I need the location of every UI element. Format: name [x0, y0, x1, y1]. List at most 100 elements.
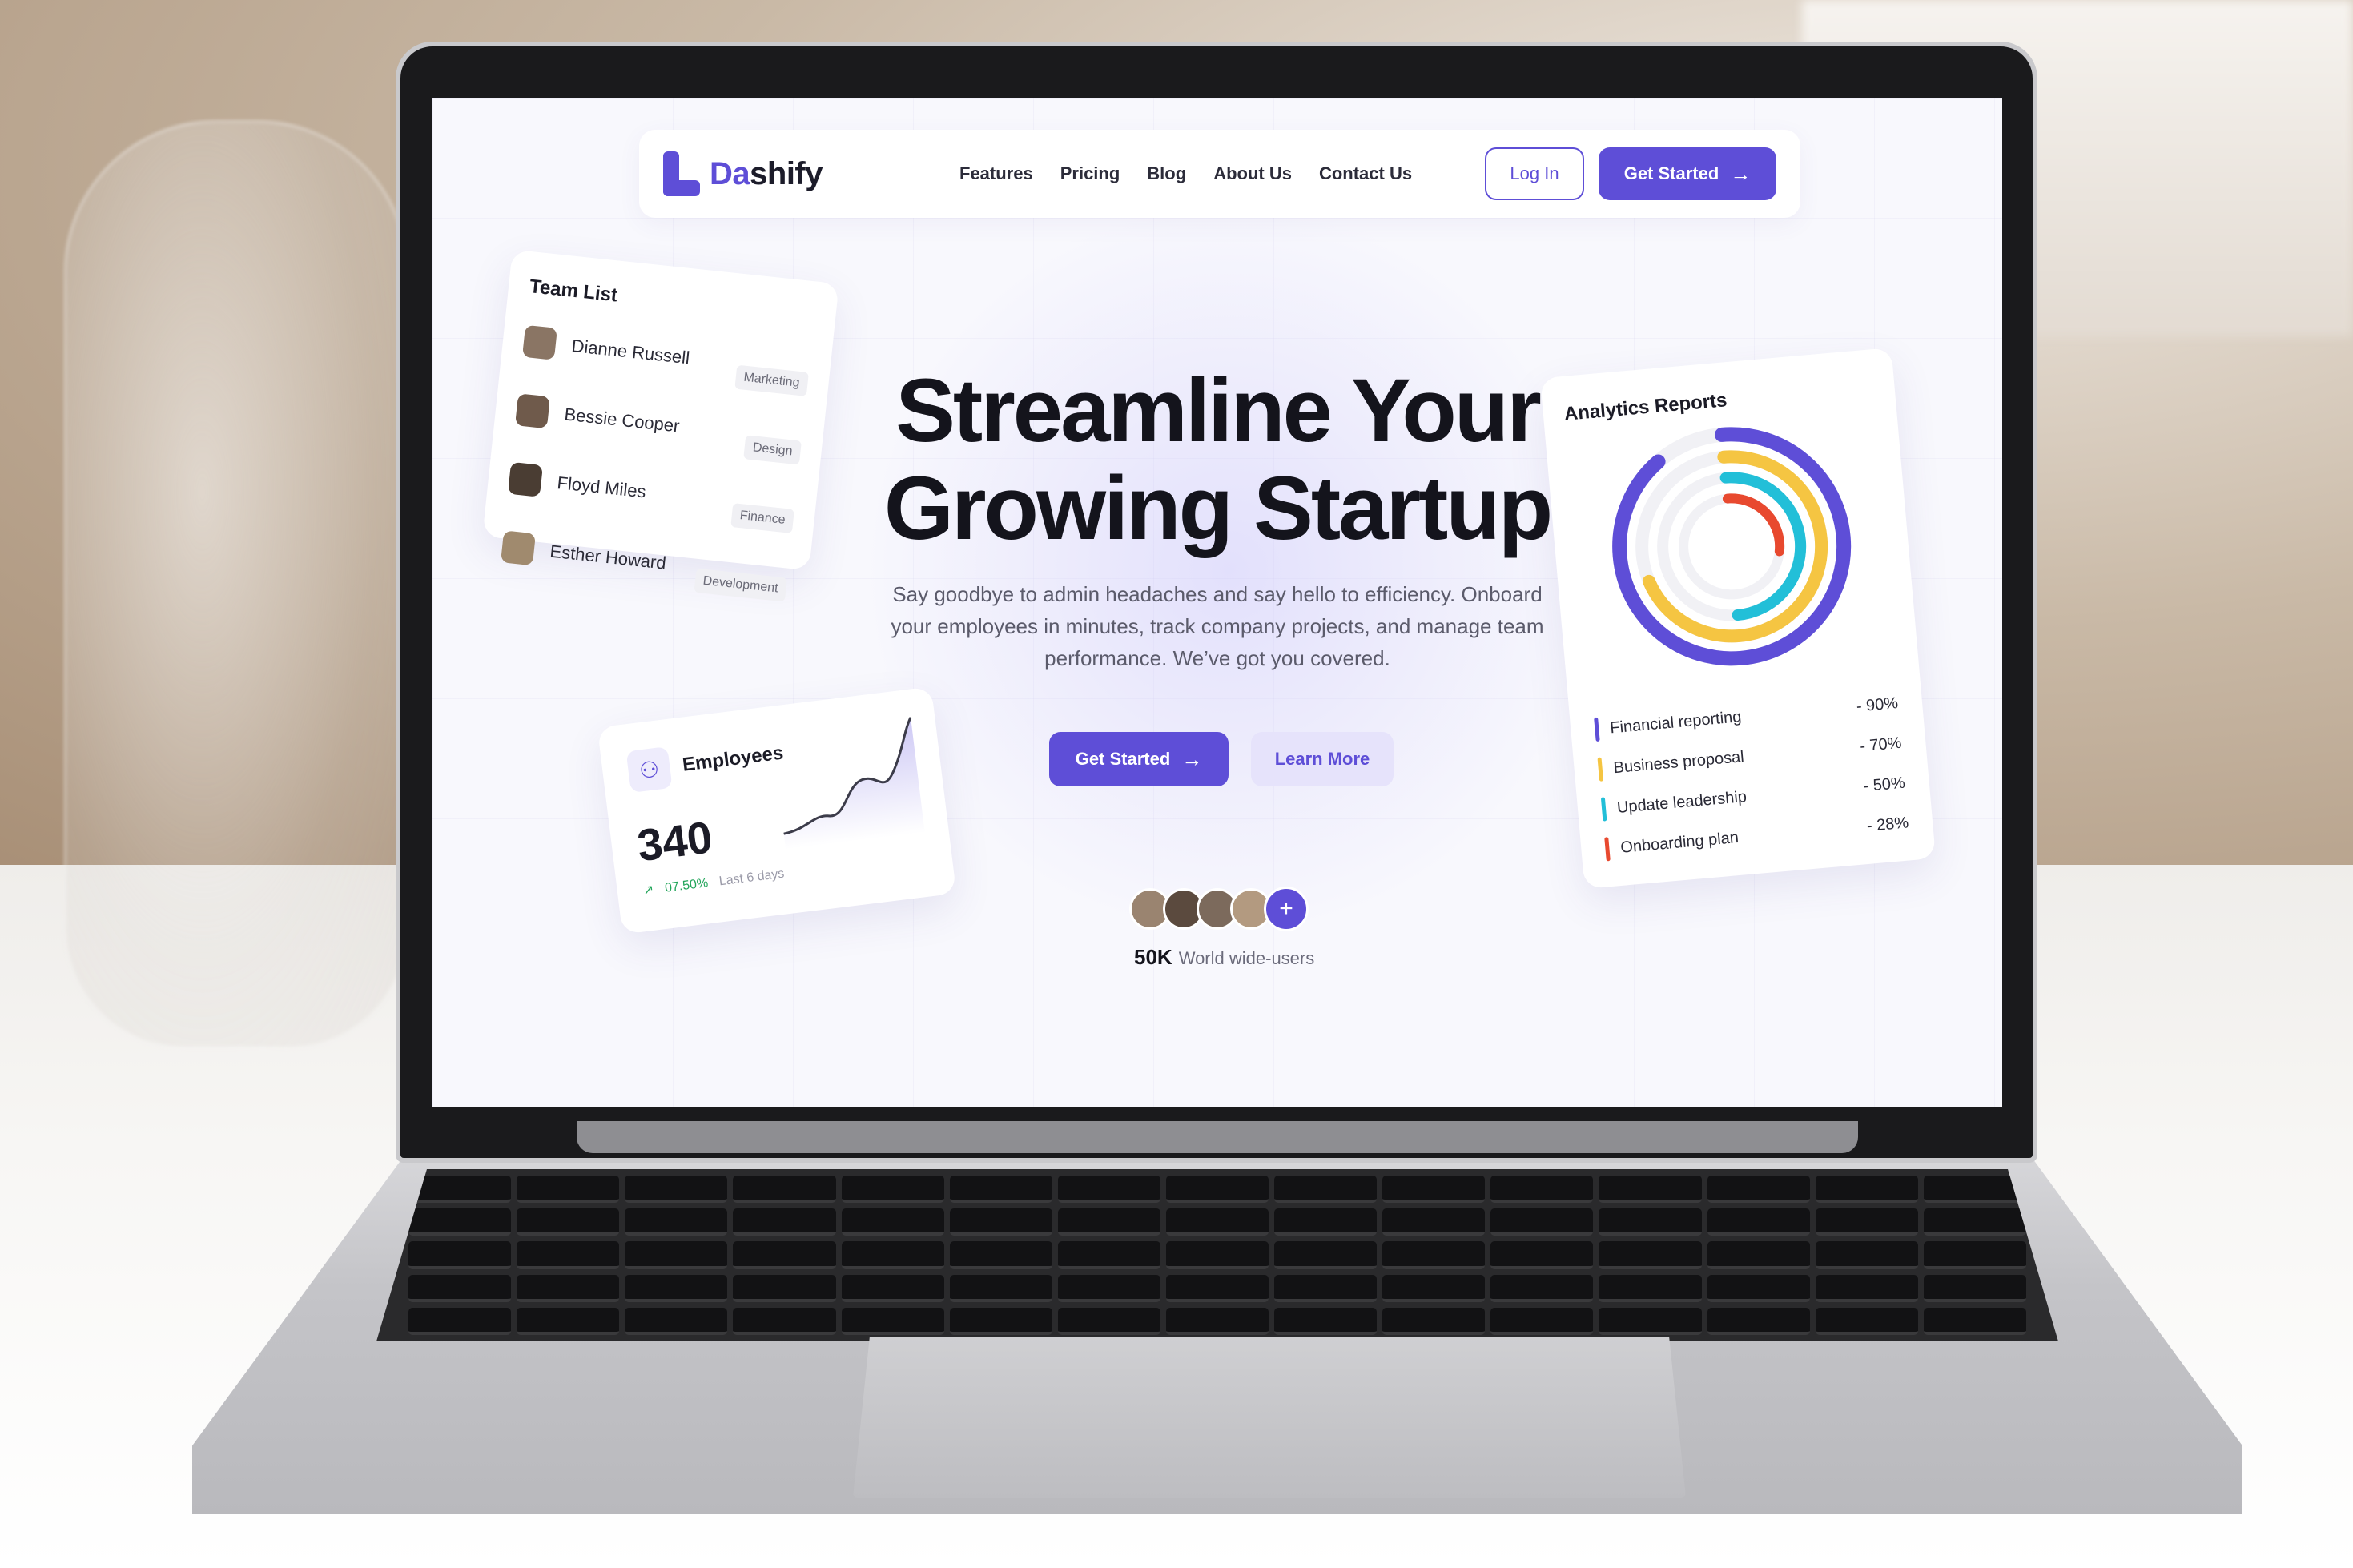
users-stat: 50K World wide-users [1134, 945, 1314, 970]
hero-get-started-label: Get Started [1075, 749, 1171, 769]
employees-title: Employees [681, 742, 785, 776]
nav-link-features[interactable]: Features [959, 163, 1033, 184]
keyboard-key [1815, 1176, 1918, 1204]
analytics-percent: - 50% [1862, 774, 1906, 795]
navbar: Dashify Features Pricing Blog About Us C… [639, 130, 1800, 218]
keyboard-key [733, 1274, 836, 1302]
hero-glow [849, 210, 1610, 931]
plus-icon[interactable]: + [1264, 887, 1309, 931]
keyboard-key [625, 1274, 728, 1302]
learn-more-button[interactable]: Learn More [1251, 732, 1394, 786]
legend-swatch [1604, 837, 1611, 862]
keyboard-key [1490, 1241, 1594, 1269]
nav-link-contact[interactable]: Contact Us [1319, 163, 1412, 184]
keyboard-key [1382, 1307, 1486, 1335]
users-icon: ⚇ [625, 746, 673, 794]
employees-period: Last 6 days [718, 866, 786, 889]
keyboard-key [1490, 1176, 1594, 1204]
team-member-name: Bessie Cooper [563, 404, 681, 436]
keyboard-key [733, 1241, 836, 1269]
keyboard-key [733, 1208, 836, 1236]
nav-link-blog[interactable]: Blog [1147, 163, 1186, 184]
keyboard-key [1707, 1176, 1810, 1204]
analytics-legend: Financial reporting - 90% Business propo… [1593, 683, 1910, 869]
keyboard-key [949, 1208, 1052, 1236]
keyboard-key [1382, 1241, 1486, 1269]
nav-get-started-label: Get Started [1623, 163, 1720, 183]
keyboard-key [1382, 1208, 1486, 1236]
employees-sparkline [783, 717, 925, 850]
legend-swatch [1600, 797, 1607, 822]
user-avatars: + [1129, 887, 1309, 931]
keyboard-key [1923, 1208, 2026, 1236]
laptop-keyboard [376, 1169, 2058, 1341]
keyboard-key [1057, 1307, 1160, 1335]
hero-title-line2: Growing Startup [883, 458, 1553, 558]
keyboard-key [1923, 1274, 2026, 1302]
brand-logo[interactable]: Dashify [663, 151, 927, 196]
team-member-name: Floyd Miles [556, 472, 647, 502]
keyboard-key [1490, 1307, 1594, 1335]
keyboard-key [408, 1307, 512, 1335]
keyboard-key [517, 1241, 620, 1269]
keyboard-key [1707, 1208, 1810, 1236]
keyboard-key [625, 1176, 728, 1204]
hero-title: Streamline Your Growing Startup [865, 362, 1570, 557]
keyboard-key [841, 1241, 944, 1269]
keyboard-key [1490, 1208, 1594, 1236]
arrow-right-icon: → [1730, 162, 1752, 186]
keyboard-key [1057, 1208, 1160, 1236]
keyboard-key [408, 1241, 512, 1269]
nav-get-started-button[interactable]: Get Started → [1599, 147, 1776, 200]
keyboard-key [841, 1274, 944, 1302]
employees-card: ⚇ Employees 340 ↗ 07.50% Last 6 days [597, 686, 957, 935]
avatar [521, 324, 557, 360]
keyboard-key [1165, 1208, 1269, 1236]
keyboard-key [1599, 1307, 1702, 1335]
keyboard-key [949, 1307, 1052, 1335]
avatar [508, 461, 543, 497]
team-list-card: Team List Dianne Russell Marketing Bessi… [482, 249, 839, 602]
department-tag: Marketing [734, 364, 809, 396]
keyboard-key [1815, 1241, 1918, 1269]
team-member-name: Esther Howard [549, 541, 667, 573]
keyboard-key [949, 1274, 1052, 1302]
keyboard-key [625, 1241, 728, 1269]
arrow-right-icon: → [1181, 747, 1203, 771]
keyboard-key [1057, 1274, 1160, 1302]
analytics-percent: - 70% [1859, 734, 1903, 755]
keyboard-key [1274, 1274, 1378, 1302]
team-row: Floyd Miles Finance [507, 452, 798, 533]
employees-change: 07.50% [664, 876, 710, 895]
users-count: 50K [1134, 945, 1172, 969]
keyboard-key [1165, 1307, 1269, 1335]
nav-links: Features Pricing Blog About Us Contact U… [959, 163, 1485, 184]
team-row: Dianne Russell Marketing [521, 316, 812, 396]
analytics-radial-chart [1612, 427, 1852, 666]
team-row: Bessie Cooper Design [514, 384, 805, 465]
keyboard-key [949, 1241, 1052, 1269]
keyboard-key [1599, 1241, 1702, 1269]
laptop-screen: Dashify Features Pricing Blog About Us C… [432, 98, 2002, 1107]
keyboard-key [1274, 1241, 1378, 1269]
department-tag: Design [743, 435, 802, 465]
keyboard-key [1707, 1307, 1810, 1335]
keyboard-key [1707, 1241, 1810, 1269]
keyboard-key [1923, 1176, 2026, 1204]
logo-mark-icon [663, 151, 700, 196]
team-member-name: Dianne Russell [570, 336, 691, 368]
login-button[interactable]: Log In [1485, 147, 1584, 200]
hero-get-started-button[interactable]: Get Started → [1049, 732, 1229, 786]
keyboard-key [841, 1307, 944, 1335]
nav-link-pricing[interactable]: Pricing [1060, 163, 1120, 184]
keyboard-key [1382, 1274, 1486, 1302]
keyboard-key [1165, 1274, 1269, 1302]
keyboard-key [1815, 1274, 1918, 1302]
laptop-trackpad [853, 1337, 1686, 1498]
keyboard-key [841, 1176, 944, 1204]
keyboard-key [1707, 1274, 1810, 1302]
keyboard-key [625, 1208, 728, 1236]
legend-swatch [1597, 757, 1604, 782]
nav-link-about[interactable]: About Us [1213, 163, 1292, 184]
avatar [501, 530, 536, 566]
